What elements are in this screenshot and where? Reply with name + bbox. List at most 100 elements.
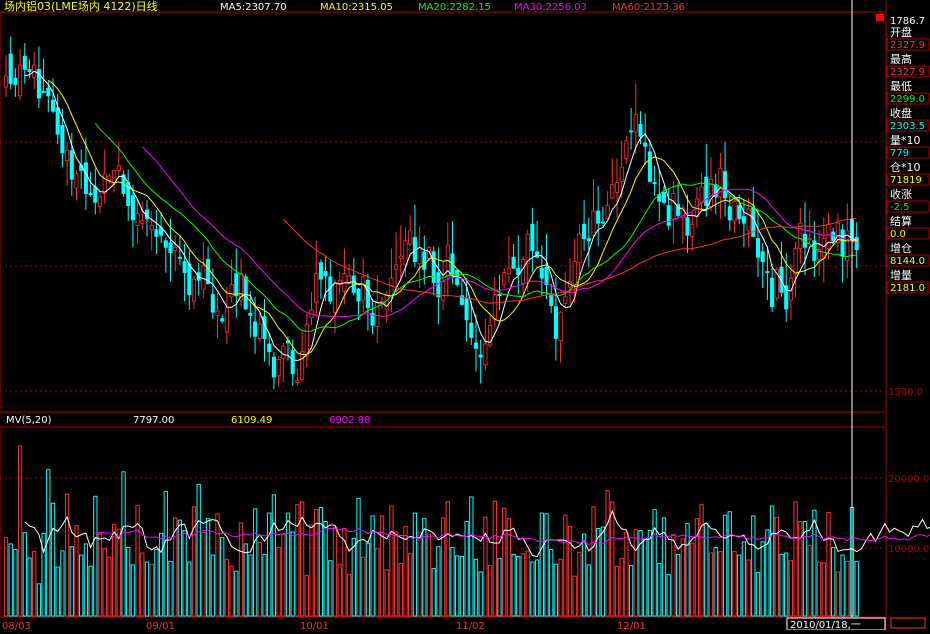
candle-body <box>723 171 728 199</box>
candle-body <box>220 318 225 322</box>
volume-ma-value-2: 6109.49 <box>231 415 272 426</box>
info-label: 收盘 <box>890 106 912 120</box>
volume-bar <box>577 551 582 617</box>
candle-body <box>304 323 309 357</box>
candle-body <box>130 195 135 221</box>
scroll-right-button[interactable] <box>890 617 926 629</box>
date-label: 10/01 <box>300 621 329 630</box>
volume-bar <box>845 560 850 617</box>
volume-bar <box>558 558 563 617</box>
candle-body <box>332 283 338 313</box>
volume-bar <box>812 509 817 617</box>
candle-body <box>732 200 737 222</box>
volume-bar <box>379 515 385 617</box>
volume-bar <box>633 529 638 617</box>
volume-bar <box>666 574 671 617</box>
candle-body <box>699 186 704 203</box>
volume-bar <box>690 542 695 617</box>
volume-title: MV(5,20) <box>6 415 52 426</box>
volume-bar <box>361 556 366 617</box>
candle-body <box>116 165 121 171</box>
candle-body <box>633 114 638 133</box>
volume-bar <box>572 575 577 617</box>
info-label: 最低 <box>890 80 912 93</box>
volume-bar <box>628 565 634 617</box>
volume-bar <box>79 554 84 617</box>
volume-bar <box>826 511 831 617</box>
volume-bar <box>389 505 394 617</box>
volume-bar <box>215 513 220 617</box>
volume-bar <box>3 537 9 617</box>
candle-body <box>770 277 775 308</box>
candle-body <box>18 64 23 97</box>
volume-bar <box>74 525 79 617</box>
candle-body <box>840 229 845 257</box>
candle-body <box>201 265 206 290</box>
volume-bar <box>751 515 756 617</box>
volume-bar <box>97 533 103 617</box>
volume-bar <box>375 548 380 617</box>
candle-body <box>755 238 761 258</box>
candle-body <box>483 343 488 366</box>
volume-bar <box>22 532 27 617</box>
candle-body <box>563 296 568 304</box>
candle-body <box>182 261 187 274</box>
candle-body <box>8 53 13 85</box>
candle-body <box>417 246 422 265</box>
volume-bar <box>304 574 309 617</box>
volume-bar <box>191 506 197 617</box>
volume-bar <box>563 514 568 617</box>
kline-chart-window: 场内铝03(LME场内 4122)日线 MA5:2307.70 MA10:231… <box>0 0 930 632</box>
volume-bar <box>755 572 761 617</box>
volume-bars <box>3 445 859 617</box>
volume-bar <box>107 556 112 617</box>
volume-bar <box>506 518 512 617</box>
candle-body <box>74 173 79 189</box>
candle-body <box>257 323 262 339</box>
volume-bar <box>337 563 342 617</box>
volume-bar <box>450 546 455 617</box>
volume-bar <box>281 533 286 617</box>
candle-body <box>431 251 436 283</box>
candle-body <box>685 217 690 236</box>
volume-bar <box>224 558 230 617</box>
volume-bar <box>581 533 587 617</box>
volume-bar <box>596 528 601 617</box>
candle-body <box>295 379 300 383</box>
volume-bar <box>708 552 714 617</box>
volume-bar <box>478 571 483 617</box>
candle-body <box>281 345 286 359</box>
volume-bar <box>605 490 610 617</box>
volume-bar <box>440 517 446 617</box>
candle-body <box>464 298 469 321</box>
moving-average-lines <box>24 70 857 362</box>
volume-bar <box>426 533 432 617</box>
candle-body <box>69 150 74 180</box>
volume-bar <box>534 559 540 617</box>
volume-bar <box>111 523 117 617</box>
candle-body <box>441 280 446 301</box>
candle-body <box>798 222 803 249</box>
candle-body <box>661 192 667 203</box>
candle-body <box>511 256 516 269</box>
candle-body <box>65 150 70 161</box>
candle-body <box>149 224 154 231</box>
info-label: 最高 <box>890 52 912 66</box>
candle-body <box>497 294 502 297</box>
ma20-label: MA20:2282.15 <box>418 2 491 13</box>
candle-body <box>831 231 836 242</box>
volume-bar <box>802 521 808 617</box>
volume-bar <box>737 554 742 617</box>
info-value: 2327.9 <box>890 40 925 51</box>
volume-bar <box>821 562 826 617</box>
chart-canvas[interactable]: 场内铝03(LME场内 4122)日线 MA5:2307.70 MA10:231… <box>0 0 930 632</box>
volume-bar <box>680 538 685 617</box>
volume-bar <box>497 558 502 617</box>
volume-bar <box>13 549 18 617</box>
candle-body <box>398 255 403 259</box>
volume-bar <box>483 516 488 617</box>
candle-body <box>3 75 9 88</box>
date-label: 12/01 <box>617 621 646 630</box>
date-label: 09/01 <box>146 621 175 630</box>
candle-body <box>168 242 173 254</box>
